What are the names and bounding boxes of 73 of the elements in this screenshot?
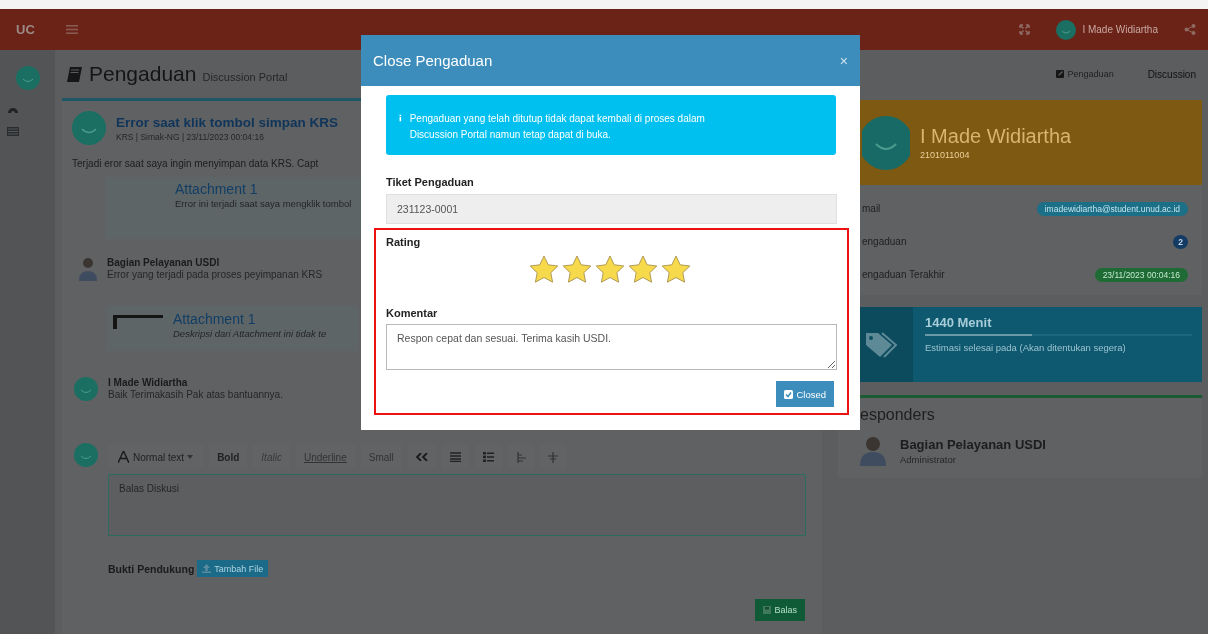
attachment-label: Bukti Pendukung: [108, 562, 195, 575]
page-title: Pengaduan: [89, 62, 197, 86]
ticket-body: Terjadi eror saat saya ingin menyimpan data KRS. Capt: [72, 158, 320, 169]
stat-label: mail: [862, 203, 881, 214]
star-icon[interactable]: [628, 255, 658, 284]
upload-icon: [202, 564, 212, 573]
expand-icon[interactable]: [1019, 24, 1031, 35]
list-icon[interactable]: [6, 127, 19, 136]
font-icon: [118, 451, 129, 463]
info-icon: [399, 113, 402, 123]
profile-name: I Made Widiartha: [920, 125, 1072, 148]
stat-badge: 2: [1173, 234, 1188, 249]
alert-text: Pengaduan yang telah ditutup tidak dapat kembali di proses dalam Discussion Portal namun tetap dapat di buka.: [409, 112, 706, 142]
comment-field[interactable]: Respon cepat dan sesuai. Terima kasih USDI.: [386, 324, 837, 370]
field-label: Tiket Pengaduan: [386, 176, 475, 188]
dialog-title: Close Pengaduan: [373, 52, 493, 69]
stat-label: engaduan: [862, 236, 907, 247]
person-icon: [79, 257, 97, 281]
avatar-icon: [862, 115, 910, 170]
user-name[interactable]: I Made Widiartha: [1082, 24, 1158, 35]
close-button[interactable]: ×: [839, 52, 848, 69]
reply-author: I Made Widiartha: [108, 377, 189, 388]
add-file-button[interactable]: Tambah File: [197, 560, 269, 577]
book-icon: [66, 65, 83, 83]
reply-button[interactable]: Balas: [755, 599, 805, 621]
attachment-card[interactable]: Attachment 1 Deskripsi dari Attachment ini tidak te: [107, 306, 358, 351]
breadcrumb-link[interactable]: Pengaduan: [1067, 69, 1114, 79]
responder-name: Bagian Pelayanan USDI: [900, 437, 1046, 452]
profile-id: 2101011004: [920, 150, 971, 160]
tags-icon: [863, 330, 898, 359]
logo[interactable]: UC: [16, 22, 54, 37]
field-label: Rating: [386, 236, 422, 248]
stat-badge: 23/11/2023 00:04:16: [1094, 267, 1188, 282]
avatar-icon: [74, 377, 98, 401]
responders-title: esponders: [860, 406, 936, 424]
attachment-title[interactable]: Attachment 1: [173, 311, 327, 327]
attachment-title[interactable]: Attachment 1: [175, 181, 352, 197]
avatar-icon: [72, 111, 106, 145]
caret-icon: [187, 455, 194, 459]
ticket-field[interactable]: 231123-0001: [386, 194, 837, 224]
responder-role: Administrator: [900, 454, 957, 465]
estimate-text: Estimasi selesai pada (Akan ditentukan segera): [925, 342, 1127, 353]
reply-author: Bagian Pelayanan USDI: [107, 257, 221, 268]
save-icon: [763, 606, 772, 614]
outdent-icon: [515, 451, 526, 463]
star-icon[interactable]: [595, 255, 625, 284]
avatar-icon[interactable]: [1056, 19, 1077, 40]
estimate-title: 1440 Menit: [925, 315, 993, 330]
menu-icon[interactable]: [66, 25, 78, 34]
indent-icon: [547, 451, 558, 463]
attachment-description: Deskripsi dari Attachment ini tidak te: [173, 328, 327, 339]
avatar-icon: [74, 443, 98, 467]
page-subtitle: Discussion Portal: [202, 71, 288, 83]
ticket-title: Error saat klik tombol simpan KRS: [116, 114, 339, 130]
list-icon: [449, 452, 461, 462]
edit-icon: [1055, 70, 1064, 78]
reply-field[interactable]: Balas Diskusi: [108, 474, 806, 536]
stat-label: engaduan Terakhir: [862, 269, 945, 280]
field-label: Komentar: [386, 307, 439, 319]
star-icon[interactable]: [529, 255, 559, 284]
reply-text: Error yang terjadi pada proses peyimpanan KRS: [107, 269, 324, 280]
star-icon[interactable]: [661, 255, 691, 284]
document-thumbnail-icon: [113, 315, 163, 329]
reply-text: Baik Terimakasih Pak atas bantuannya.: [108, 389, 283, 400]
list-icon: [482, 452, 494, 462]
person-icon: [860, 436, 886, 466]
check-square-icon: [784, 389, 794, 399]
closed-button[interactable]: Closed: [776, 381, 834, 407]
star-icon[interactable]: [562, 255, 592, 284]
avatar-icon[interactable]: [15, 66, 40, 90]
share-icon[interactable]: [1184, 24, 1196, 35]
stat-badge: imadewidiartha@student.unud.ac.id: [1036, 201, 1188, 216]
breadcrumb-current: Discussion: [1147, 68, 1196, 80]
